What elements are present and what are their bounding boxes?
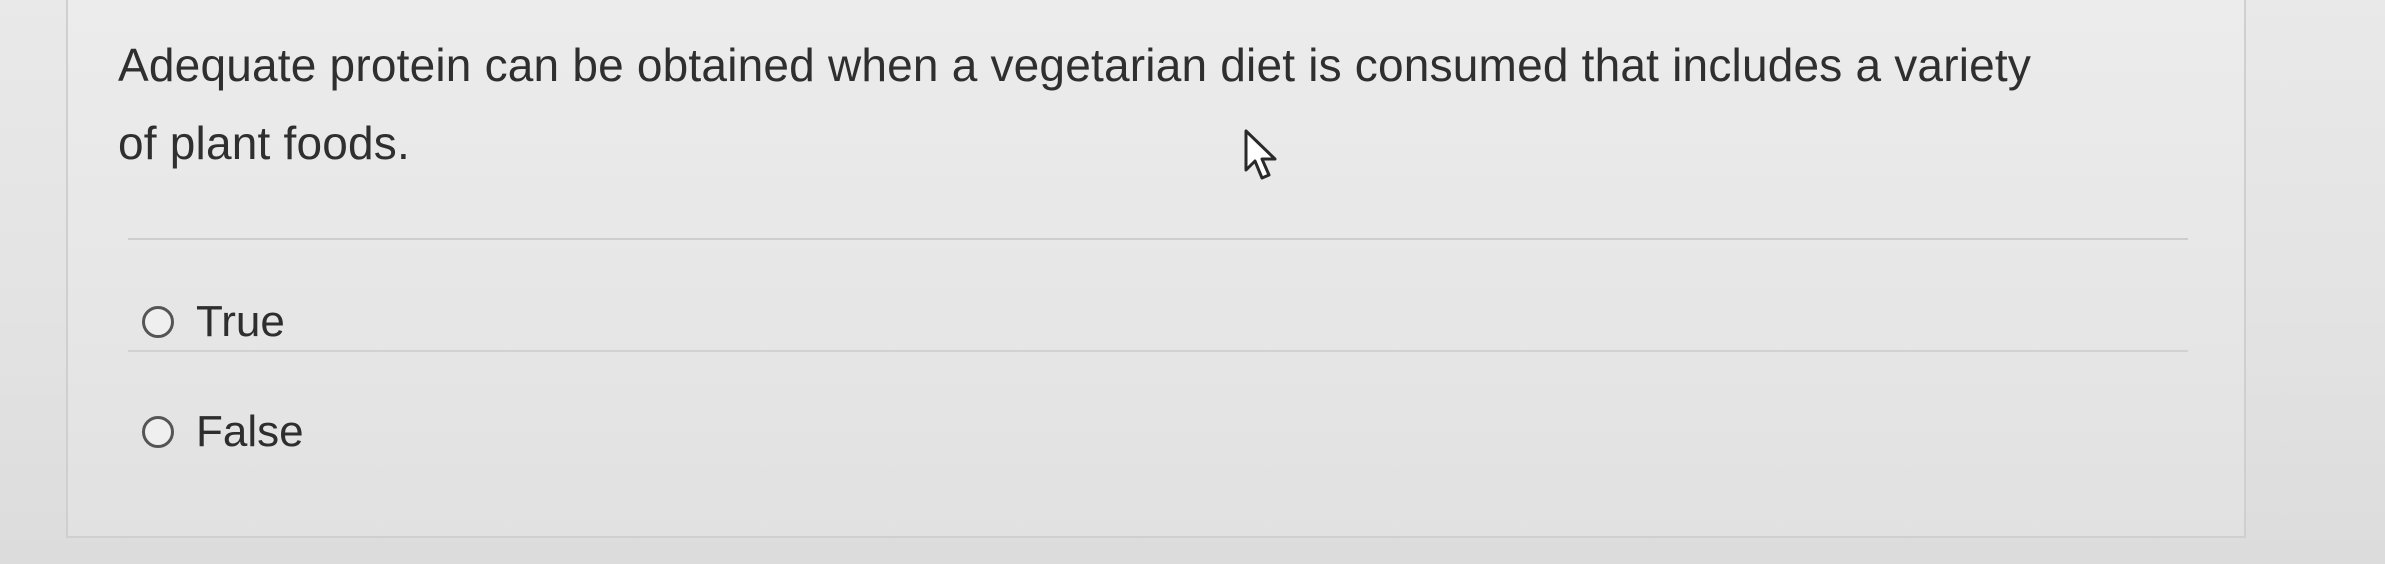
radio-button-false[interactable] xyxy=(142,416,174,448)
option-false[interactable]: False xyxy=(142,402,304,462)
question-line-2: of plant foods. xyxy=(118,117,410,169)
option-true[interactable]: True xyxy=(142,292,285,352)
option-true-label: True xyxy=(196,297,285,346)
question-prompt: Adequate protein can be obtained when a … xyxy=(118,26,2198,182)
pointer-arrow-icon xyxy=(1244,129,1277,180)
radio-button-true[interactable] xyxy=(142,306,174,338)
divider-top xyxy=(128,238,2188,240)
question-line-1: Adequate protein can be obtained when a … xyxy=(118,39,2032,91)
option-false-label: False xyxy=(196,407,304,456)
divider-middle xyxy=(128,350,2188,352)
